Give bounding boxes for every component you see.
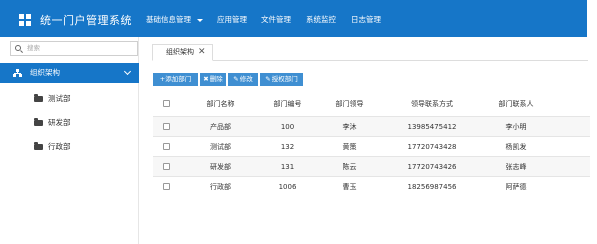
sidebar-menu-label: 组织架构: [30, 68, 60, 77]
sidebar: 搜索 组织架构 测试部 研发部 行政部: [0, 37, 139, 244]
nav-item-system-monitor[interactable]: 系统监控: [306, 14, 336, 25]
search-icon: [15, 45, 21, 51]
folder-icon: [34, 142, 43, 150]
column-header-dept-leader[interactable]: 部门领导: [327, 94, 372, 114]
column-header-dept-contact[interactable]: 部门联系人: [491, 94, 541, 114]
close-icon[interactable]: ✕: [198, 45, 206, 59]
app-title: 统一门户管理系统: [40, 14, 132, 27]
cell-dept-name: 研发部: [210, 163, 231, 171]
table-header-row: 部门名称 部门编号 部门领导 领导联系方式 部门联系人: [153, 94, 590, 114]
sidebar-item-label: 测试部: [48, 94, 71, 103]
row-checkbox[interactable]: [163, 123, 170, 130]
cell-dept-contact: 李小明: [505, 123, 527, 131]
authorize-label: 授权部门: [271, 75, 298, 83]
row-checkbox[interactable]: [163, 163, 170, 170]
tab-org-structure[interactable]: 组织架构 ✕: [152, 44, 213, 61]
nav-item-app-management[interactable]: 应用管理: [217, 14, 247, 25]
nav-item-log-management[interactable]: 日志管理: [351, 14, 381, 25]
cell-dept-contact: 阿萨德: [505, 183, 527, 191]
delete-label: 删除: [209, 75, 223, 83]
search-placeholder: 搜索: [27, 44, 40, 52]
sidebar-item-dev-dept[interactable]: 研发部: [0, 113, 139, 133]
sidebar-menu-org-structure[interactable]: 组织架构: [0, 63, 139, 83]
cell-dept-leader: 曹玉: [342, 183, 357, 191]
main-nav: 基础信息管理 应用管理 文件管理 系统监控 日志管理: [146, 14, 381, 25]
pencil-icon: ✎: [265, 75, 271, 83]
table-row[interactable]: 研发部 131 陈云 17720743426 张志峰: [153, 156, 590, 176]
sidebar-item-test-dept[interactable]: 测试部: [0, 89, 139, 109]
cell-leader-contact: 13985475412: [407, 123, 457, 131]
sidebar-item-label: 行政部: [48, 142, 71, 151]
cell-dept-contact: 张志峰: [505, 163, 527, 171]
row-checkbox[interactable]: [163, 143, 170, 150]
cell-leader-contact: 17720743426: [407, 163, 457, 171]
chevron-down-icon: [123, 67, 132, 76]
folder-icon: [34, 118, 43, 126]
delete-icon: ✖: [203, 75, 209, 83]
edit-label: 修改: [239, 75, 253, 83]
column-header-dept-id[interactable]: 部门编号: [265, 94, 310, 114]
cell-dept-leader: 李沐: [342, 123, 357, 131]
sidebar-item-admin-dept[interactable]: 行政部: [0, 137, 139, 157]
nav-item-basic-info[interactable]: 基础信息管理: [146, 14, 203, 25]
grid-logo-icon: [19, 14, 32, 26]
folder-icon: [34, 94, 43, 102]
cell-leader-contact: 17720743428: [407, 143, 457, 151]
edit-button[interactable]: ✎修改: [228, 73, 258, 86]
cell-dept-leader: 陈云: [342, 163, 357, 171]
authorize-department-button[interactable]: ✎授权部门: [260, 73, 303, 86]
column-header-leader-contact[interactable]: 领导联系方式: [402, 94, 462, 114]
cell-dept-contact: 杨凯发: [505, 143, 527, 151]
select-all-checkbox[interactable]: [163, 100, 170, 107]
tab-label: 组织架构: [166, 48, 194, 56]
add-department-button[interactable]: +添加部门: [153, 73, 198, 86]
tab-bar: 组织架构 ✕: [152, 44, 588, 61]
column-header-dept-name[interactable]: 部门名称: [198, 94, 243, 114]
search-input[interactable]: 搜索: [10, 41, 138, 56]
cell-dept-id: 1006: [278, 183, 297, 191]
table-row[interactable]: 行政部 1006 曹玉 18256987456 阿萨德: [153, 176, 590, 196]
cell-dept-id: 100: [280, 123, 295, 131]
pencil-icon: ✎: [233, 75, 239, 83]
table-row[interactable]: 测试部 132 黄策 17720743428 杨凯发: [153, 136, 590, 156]
cell-dept-name: 产品部: [210, 123, 231, 131]
sitemap-icon: [13, 69, 22, 77]
caret-down-icon: [197, 18, 203, 22]
nav-item-label: 基础信息管理: [146, 15, 191, 24]
cell-dept-id: 131: [280, 163, 295, 171]
cell-leader-contact: 18256987456: [407, 183, 457, 191]
table-row[interactable]: 产品部 100 李沐 13985475412 李小明: [153, 116, 590, 136]
sidebar-item-label: 研发部: [48, 118, 71, 127]
top-navigation-bar: 统一门户管理系统 基础信息管理 应用管理 文件管理 系统监控 日志管理: [0, 0, 587, 37]
nav-item-file-management[interactable]: 文件管理: [261, 14, 291, 25]
row-checkbox[interactable]: [163, 183, 170, 190]
cell-dept-id: 132: [280, 143, 295, 151]
delete-button[interactable]: ✖删除: [200, 73, 226, 86]
cell-dept-name: 行政部: [210, 183, 231, 191]
cell-dept-name: 测试部: [210, 143, 231, 151]
cell-dept-leader: 黄策: [342, 143, 357, 151]
